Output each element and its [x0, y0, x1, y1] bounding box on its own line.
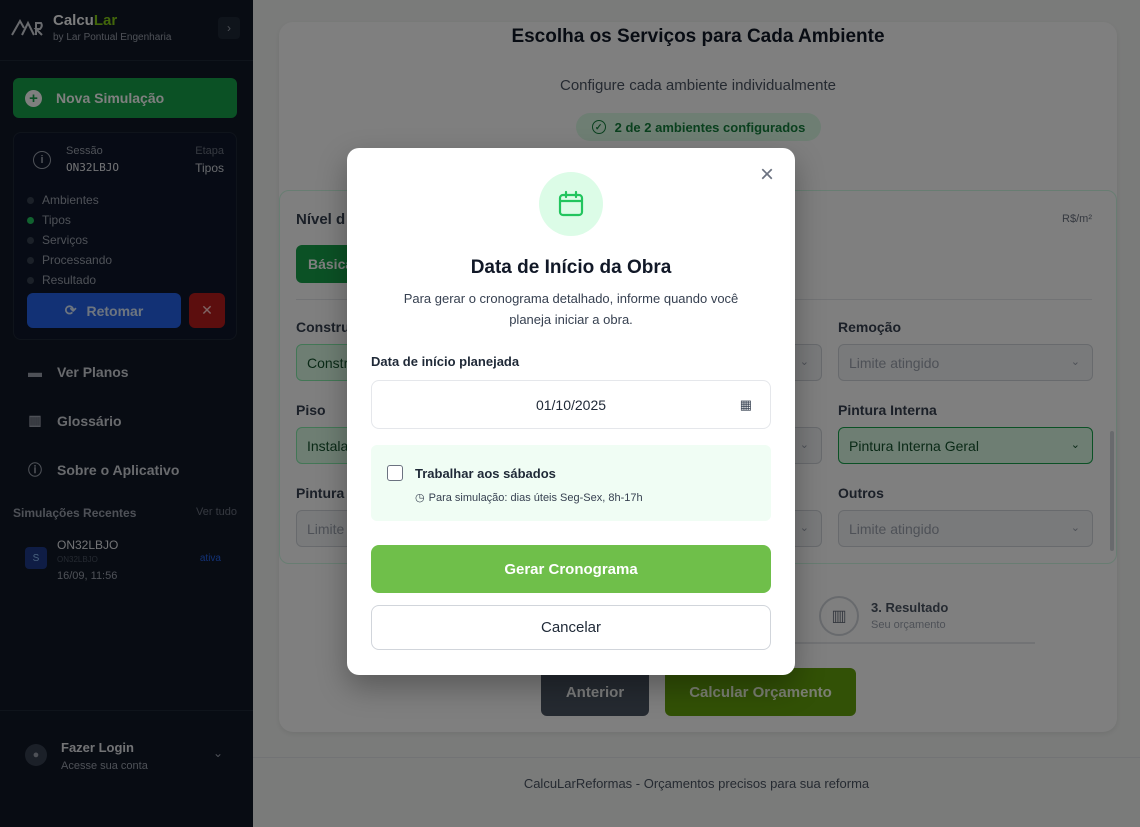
- saturday-hint-text: Para simulação: dias úteis Seg-Sex, 8h-1…: [428, 491, 643, 504]
- close-icon: ×: [759, 161, 774, 188]
- modal-title: Data de Início da Obra: [470, 257, 672, 278]
- close-modal-button[interactable]: ×: [756, 161, 778, 188]
- clock-icon: ◷: [415, 492, 425, 504]
- calendar-picker-icon[interactable]: ▦: [740, 397, 752, 413]
- saturday-option: Trabalhar aos sábados ◷ Para simulação: …: [371, 445, 771, 521]
- saturday-checkbox[interactable]: [387, 465, 403, 481]
- generate-schedule-button[interactable]: Gerar Cronograma: [371, 545, 771, 593]
- date-label: Data de início planejada: [371, 354, 520, 369]
- saturday-hint: ◷ Para simulação: dias úteis Seg-Sex, 8h…: [415, 491, 643, 505]
- modal-description: Para gerar o cronograma detalhado, infor…: [403, 291, 739, 327]
- date-value: 01/10/2025: [535, 396, 607, 413]
- saturday-label[interactable]: Trabalhar aos sábados: [415, 466, 556, 481]
- calendar-icon: [539, 172, 603, 236]
- start-date-modal: × Data de Início da Obra Para gerar o cr…: [347, 148, 795, 675]
- calendar-icon-svg: [558, 190, 584, 217]
- start-date-input[interactable]: 01/10/2025 ▦: [371, 380, 771, 429]
- cancel-button[interactable]: Cancelar: [371, 605, 771, 650]
